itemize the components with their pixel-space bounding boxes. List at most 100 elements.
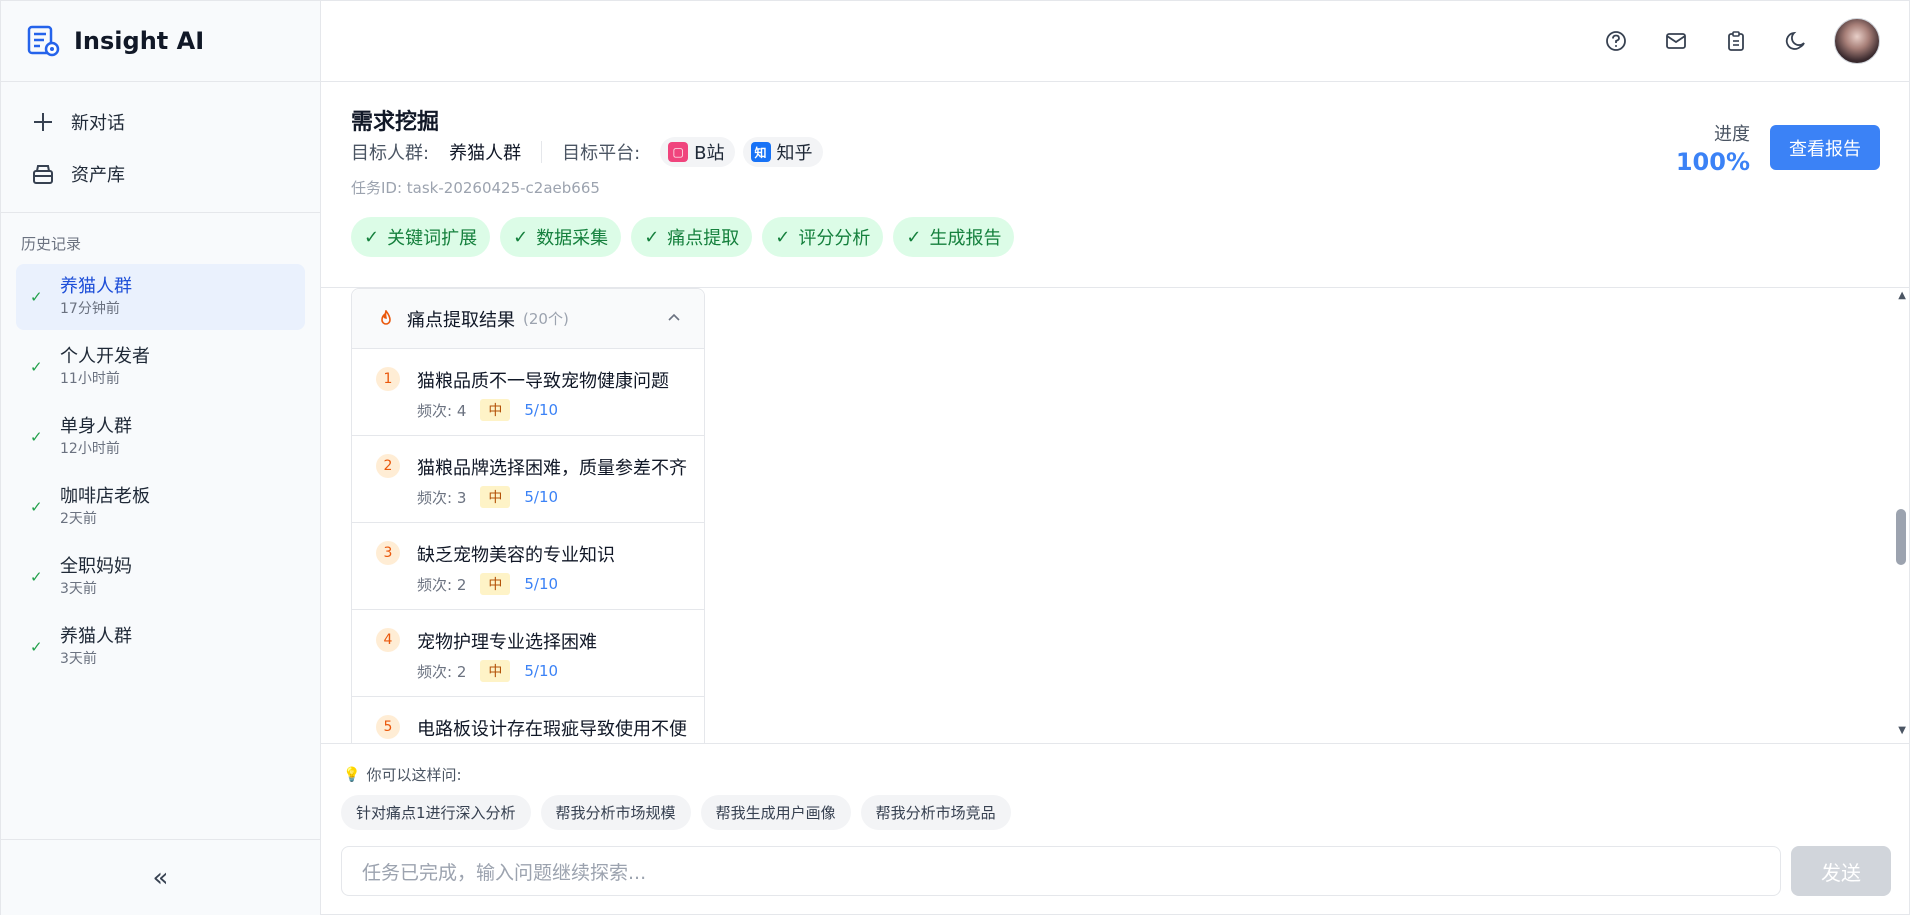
check-icon: ✓ [644,226,660,248]
pain-point-item[interactable]: 3 缺乏宠物美容的专业知识 频次: 2 中 5/10 [352,523,704,610]
progress-value: 100% [1675,148,1750,176]
mail-icon [1666,33,1686,49]
scroll-down-arrow[interactable]: ▼ [1898,725,1906,736]
platform-name: B站 [694,143,725,164]
pain-point-rank: 2 [376,454,400,478]
message-input[interactable]: 任务已完成，输入问题继续探索... [341,846,1781,896]
double-chevron-left-icon: « [152,863,169,893]
pain-point-rank: 1 [376,367,400,391]
history-item-title: 咖啡店老板 [60,486,150,507]
pain-points-header[interactable]: 痛点提取结果 (20个) [352,289,704,349]
help-button[interactable] [1592,17,1640,65]
step-badge: ✓ 痛点提取 [631,217,753,257]
app-window: Insight AI 新对话 资产库 历史记录 ✓ 养猫人群 17分钟前 ✓ 个… [0,0,1910,915]
platform-label: 目标平台: [562,143,641,164]
results-area: 痛点提取结果 (20个) 1 猫粮品质不一导致宠物健康问题 频次: 4 中 5/… [321,288,1910,743]
chevron-up-icon[interactable] [666,309,682,325]
history-item-title: 养猫人群 [60,276,132,297]
pain-point-item[interactable]: 4 宠物护理专业选择困难 频次: 2 中 5/10 [352,610,704,697]
step-label: 数据采集 [536,228,609,249]
pain-points-title: 痛点提取结果 [407,309,515,331]
history-item[interactable]: ✓ 咖啡店老板 2天前 [16,474,305,540]
bilibili-icon: ▢ [668,142,689,162]
sidebar: Insight AI 新对话 资产库 历史记录 ✓ 养猫人群 17分钟前 ✓ 个… [1,1,321,915]
pain-point-item[interactable]: 2 猫粮品牌选择困难，质量参差不齐 频次: 3 中 5/10 [352,436,704,523]
pain-point-text: 宠物护理专业选择困难 [417,632,597,653]
check-icon: ✓ [30,288,43,306]
history-item[interactable]: ✓ 养猫人群 17分钟前 [16,264,305,330]
task-id: 任务ID: task-20260425-c2aeb665 [351,179,600,197]
check-icon: ✓ [30,358,43,376]
pain-point-meta: 频次: 2 中 5/10 [417,573,558,595]
pain-point-frequency: 频次: 3 [417,488,467,507]
history-item[interactable]: ✓ 全职妈妈 3天前 [16,544,305,610]
pain-point-item[interactable]: 1 猫粮品质不一导致宠物健康问题 频次: 4 中 5/10 [352,349,704,436]
zhihu-icon: 知 [750,142,771,162]
history-item[interactable]: ✓ 养猫人群 3天前 [16,614,305,680]
task-header: 需求挖掘 目标人群: 养猫人群 目标平台: ▢ B站 知 知乎 任务ID: ta… [321,82,1910,288]
app-logo-icon [27,25,60,57]
suggestion-hint: 💡 你可以这样问: [343,764,462,785]
top-actions [1580,17,1880,65]
suggestion-chip[interactable]: 帮我生成用户画像 [700,795,851,830]
step-badge: ✓ 数据采集 [500,217,622,257]
divider [541,141,543,163]
help-icon [1606,31,1626,51]
user-avatar[interactable] [1834,18,1880,64]
platform-tag-bilibili: ▢ B站 [660,137,735,167]
collapse-sidebar-button[interactable]: « [1,839,320,915]
history-title: 历史记录 [21,235,82,253]
pain-point-level: 中 [480,573,511,595]
suggestion-hint-text: 你可以这样问: [366,766,462,784]
suggestion-chip[interactable]: 针对痛点1进行深入分析 [341,795,531,830]
check-icon: ✓ [775,226,791,248]
pain-points-count: (20个) [523,310,569,328]
suggestion-chip[interactable]: 帮我分析市场竞品 [860,795,1011,830]
scroll-up-arrow[interactable]: ▲ [1898,290,1906,301]
pain-points-card: 痛点提取结果 (20个) 1 猫粮品质不一导致宠物健康问题 频次: 4 中 5/… [351,288,705,743]
pain-point-frequency: 频次: 2 [417,662,467,681]
progress-label: 进度 [1714,124,1750,145]
theme-toggle-button[interactable] [1772,17,1820,65]
history-item-time: 11小时前 [60,371,120,387]
history-item-time: 2天前 [60,511,97,527]
archive-icon [31,162,55,186]
pain-point-item[interactable]: 5 电路板设计存在瑕疵导致使用不便 [352,697,704,743]
history-item[interactable]: ✓ 个人开发者 11小时前 [16,334,305,400]
pain-point-score: 5/10 [524,662,559,680]
pain-point-meta: 频次: 3 中 5/10 [417,486,558,508]
app-name: Insight AI [74,27,205,55]
platform-tag-zhihu: 知 知乎 [742,137,823,167]
check-icon: ✓ [513,226,529,248]
asset-library-button[interactable]: 资产库 [15,148,306,200]
progress: 进度 100% [1676,120,1750,176]
history-item[interactable]: ✓ 单身人群 12小时前 [16,404,305,470]
asset-library-label: 资产库 [71,165,125,186]
pain-point-meta: 频次: 2 中 5/10 [417,660,558,682]
view-report-button[interactable]: 查看报告 [1770,125,1880,170]
send-button[interactable]: 发送 [1791,846,1891,896]
history-list: ✓ 养猫人群 17分钟前 ✓ 个人开发者 11小时前 ✓ 单身人群 12小时前 ✓ 咖… [1,264,320,680]
history-item-time: 17分钟前 [60,301,120,317]
step-badge: ✓ 评分分析 [762,217,884,257]
composer-area: 💡 你可以这样问: 针对痛点1进行深入分析 帮我分析市场规模 帮我生成用户画像 … [321,743,1910,915]
pain-point-text: 缺乏宠物美容的专业知识 [417,545,615,566]
history-item-title: 全职妈妈 [60,556,132,577]
pain-point-frequency: 频次: 4 [417,401,467,420]
check-icon: ✓ [30,568,43,586]
clipboard-button[interactable] [1712,17,1760,65]
history-item-title: 单身人群 [60,416,132,437]
history-item-time: 3天前 [60,581,97,597]
clipboard-icon [1728,31,1744,51]
new-chat-button[interactable]: 新对话 [15,96,306,148]
pain-point-frequency: 频次: 2 [417,575,467,594]
check-icon: ✓ [30,498,43,516]
audience-label: 目标人群: [351,143,430,164]
mail-button[interactable] [1652,17,1700,65]
scrollbar-thumb[interactable] [1896,509,1906,565]
pain-point-level: 中 [480,486,511,508]
suggestion-chip[interactable]: 帮我分析市场规模 [540,795,691,830]
pain-point-rank: 3 [376,541,400,565]
check-icon: ✓ [30,428,43,446]
pain-point-score: 5/10 [524,401,559,419]
